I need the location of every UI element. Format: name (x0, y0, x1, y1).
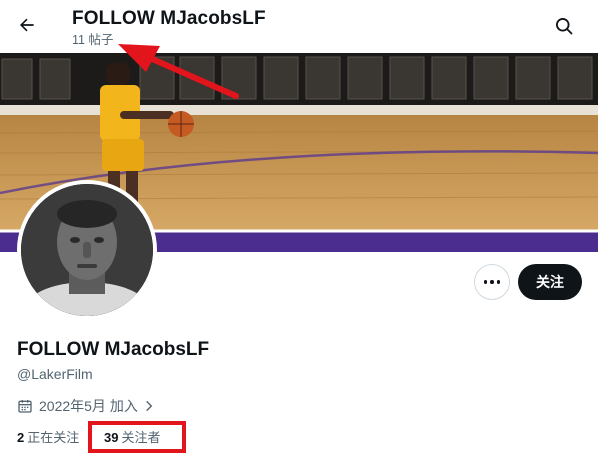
following-count: 2 (17, 430, 25, 445)
avatar-photo (21, 184, 153, 316)
join-date-text: 2022年5月 加入 (39, 398, 138, 414)
arrow-left-icon (20, 18, 34, 32)
following-link[interactable]: 2 正在关注 (17, 430, 79, 446)
annotation-highlight-box (88, 421, 186, 453)
follow-button[interactable]: 关注 (518, 264, 582, 300)
calendar-icon (17, 398, 33, 414)
page-title: FOLLOW MJacobsLF (72, 8, 266, 29)
chevron-right-icon (142, 399, 156, 413)
join-date[interactable]: 2022年5月 加入 (17, 397, 156, 415)
display-name: FOLLOW MJacobsLF (17, 339, 210, 360)
search-button[interactable] (547, 9, 581, 43)
post-count: 11 帖子 (72, 33, 114, 47)
more-horizontal-icon (483, 280, 488, 284)
header-title-group: FOLLOW MJacobsLF 11 帖子 (72, 8, 266, 48)
profile-header: FOLLOW MJacobsLF 11 帖子 (0, 0, 598, 53)
more-options-button[interactable] (474, 264, 510, 300)
profile-avatar[interactable] (17, 180, 157, 320)
back-button[interactable] (10, 8, 44, 42)
user-handle: @LakerFilm (17, 366, 93, 382)
search-icon (556, 18, 573, 35)
following-label: 正在关注 (27, 430, 80, 445)
